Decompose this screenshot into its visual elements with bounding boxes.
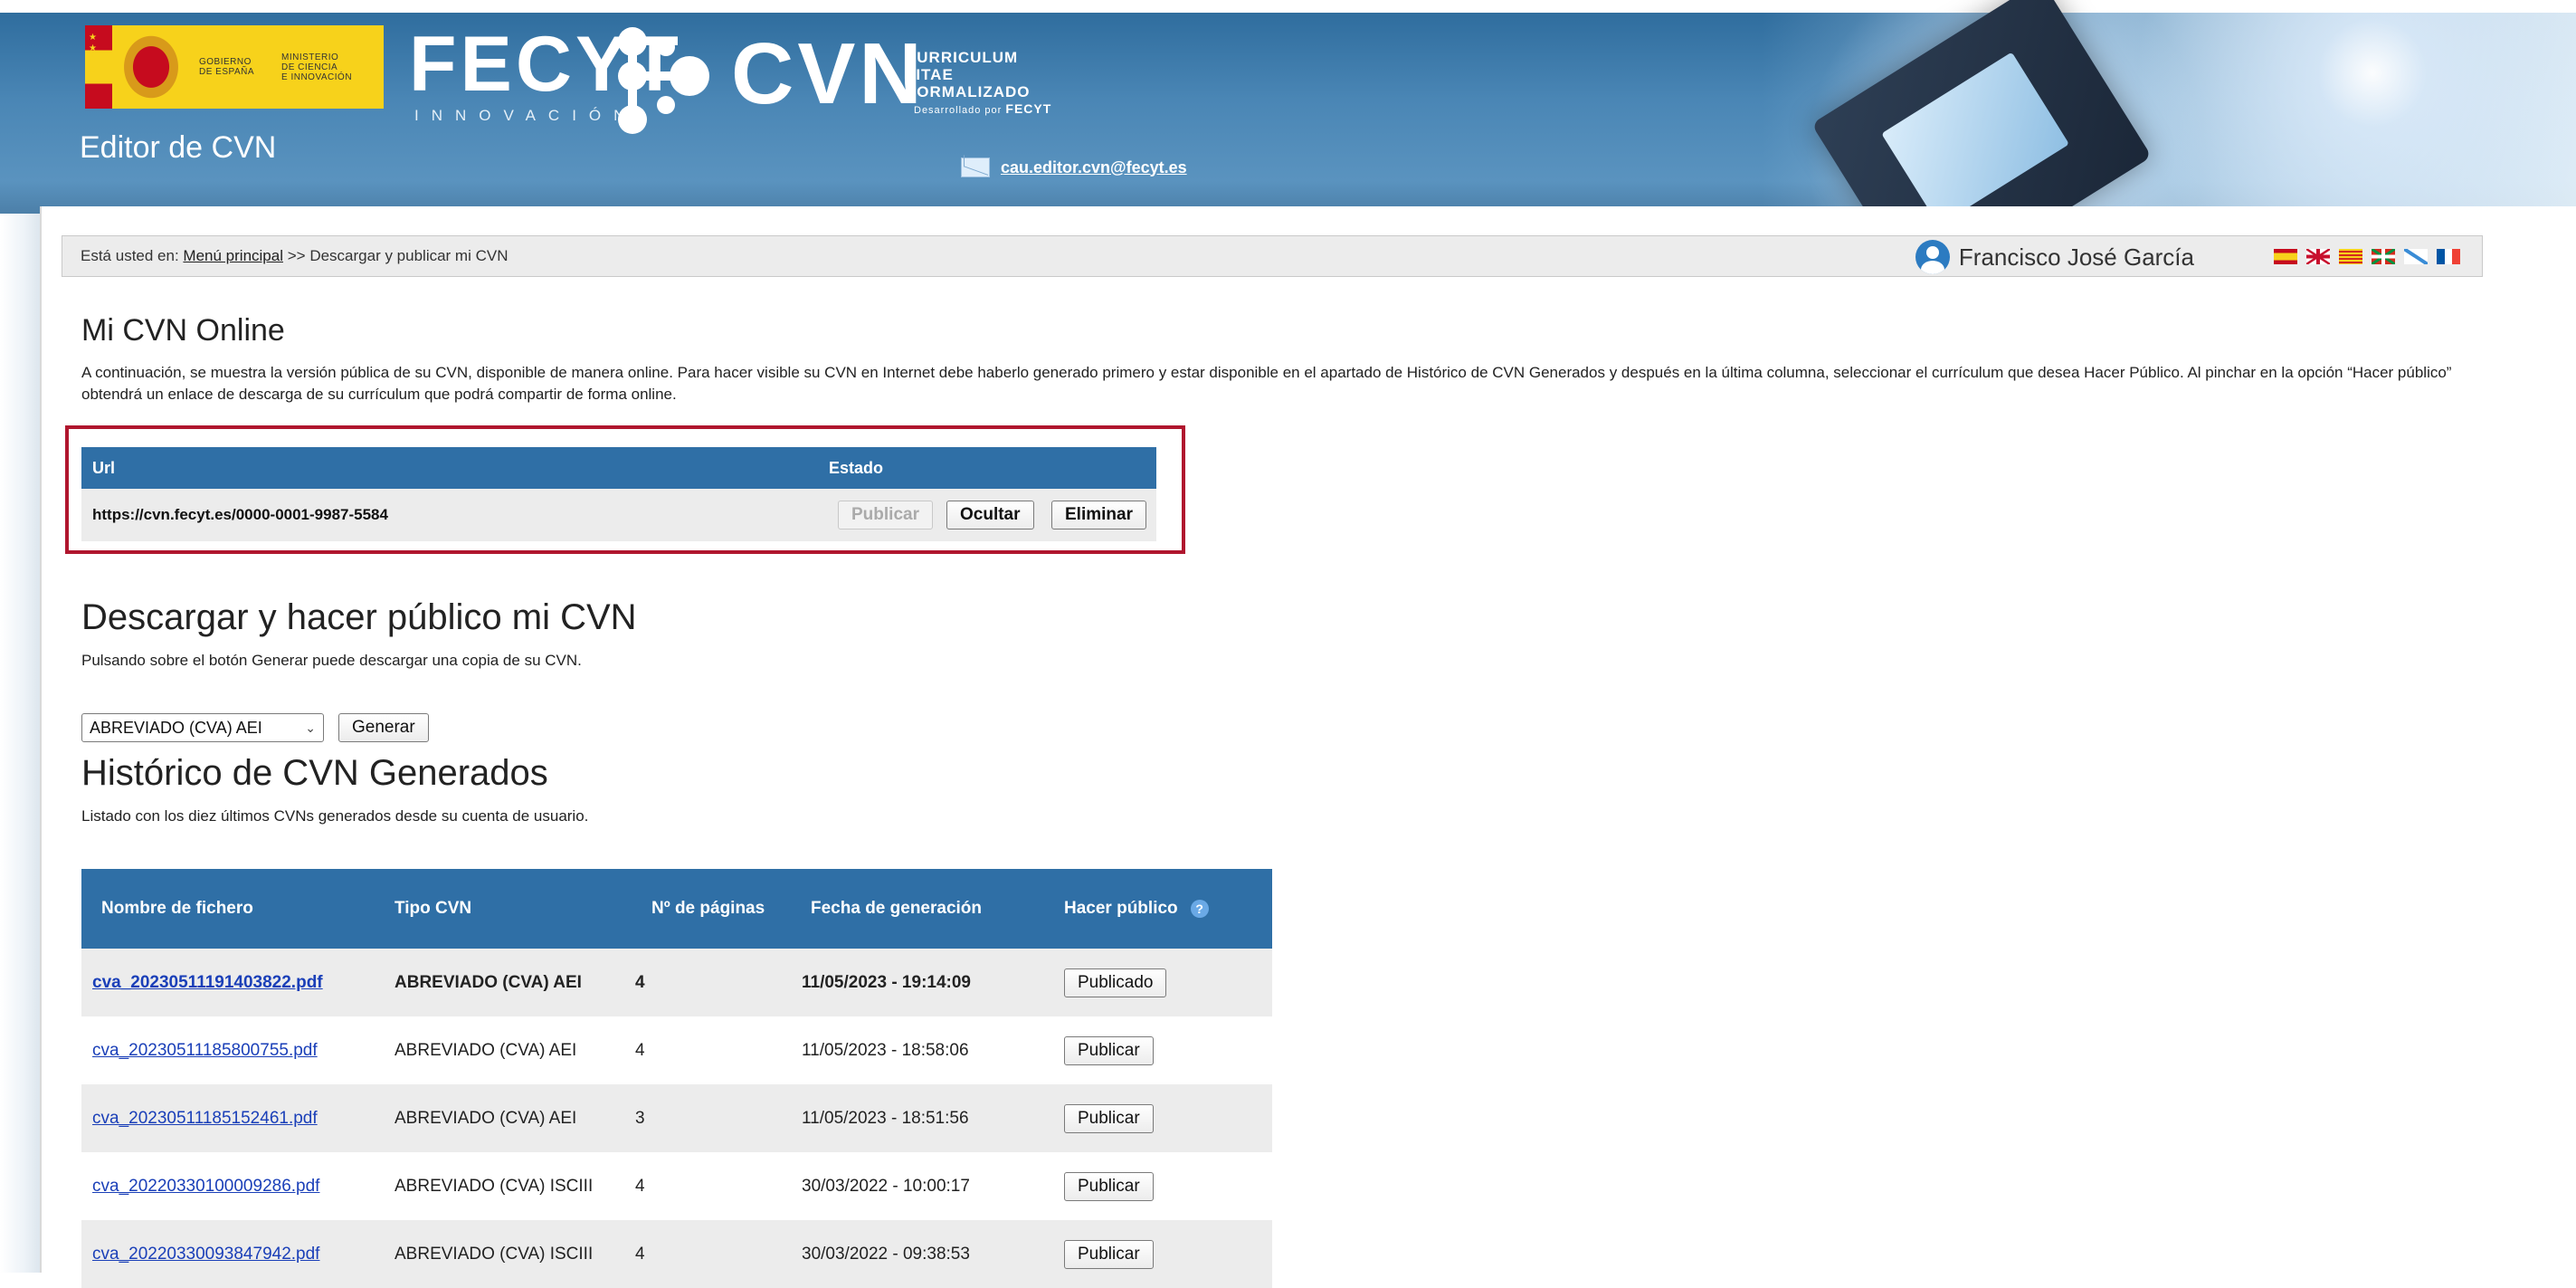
publish-row-button[interactable]: Publicar (1064, 1239, 1154, 1269)
breadcrumb: Está usted en: Menú principal >> Descarg… (62, 235, 2483, 277)
file-link[interactable]: cva_20230511185800755.pdf (92, 1041, 318, 1061)
breadcrumb-current: Descargar y publicar mi CVN (309, 247, 509, 264)
generate-button[interactable]: Generar (338, 713, 429, 742)
generation-date: 30/03/2022 - 10:00:17 (802, 1176, 970, 1196)
flag-ca-icon[interactable] (2339, 249, 2362, 264)
support-email[interactable]: cau.editor.cvn@fecyt.es (961, 157, 1187, 177)
table-row: cva_20230511185800755.pdf ABREVIADO (CVA… (81, 1016, 1272, 1084)
molecule-icon (618, 27, 709, 134)
eu-flag-icon: ★ ★ ★ ★ (85, 25, 112, 109)
url-table-row: https://cvn.fecyt.es/0000-0001-9987-5584… (81, 489, 1156, 541)
delete-button[interactable]: Eliminar (1051, 501, 1146, 530)
history-table: Nombre de fichero Tipo CVN Nº de páginas… (81, 869, 1272, 1288)
online-description: A continuación, se muestra la versión pú… (81, 364, 2452, 403)
page-count: 4 (635, 1176, 645, 1196)
ministry-text: MINISTERIO DE CIENCIA E INNOVACIÓN (281, 52, 353, 82)
public-url: https://cvn.fecyt.es/0000-0001-9987-5584 (92, 506, 388, 523)
user-avatar-icon (1915, 240, 1950, 274)
url-table-header: Url Estado (81, 447, 1156, 489)
breadcrumb-text: Está usted en: Menú principal >> Descarg… (81, 247, 509, 264)
help-icon[interactable]: ? (1190, 900, 1209, 918)
page-count: 3 (635, 1108, 645, 1128)
user-menu[interactable]: Francisco José García (1915, 236, 2194, 278)
cvn-type: ABREVIADO (CVA) ISCIII (394, 1244, 594, 1264)
app-title: Editor de CVN (80, 130, 277, 165)
table-row: cva_20230511191403822.pdf ABREVIADO (CVA… (81, 949, 1272, 1016)
file-link[interactable]: cva_20220330093847942.pdf (92, 1245, 319, 1264)
generation-date: 11/05/2023 - 18:58:06 (802, 1040, 969, 1060)
flag-fr-icon[interactable] (2437, 249, 2460, 264)
publish-row-button[interactable]: Publicar (1064, 1171, 1154, 1201)
user-name[interactable]: Francisco José García (1959, 243, 2194, 272)
generation-date: 11/05/2023 - 19:14:09 (802, 972, 971, 992)
flag-es-icon[interactable] (2274, 249, 2297, 264)
history-table-header: Nombre de fichero Tipo CVN Nº de páginas… (81, 869, 1272, 949)
chevron-down-icon: ⌄ (305, 720, 316, 735)
language-selector (2274, 249, 2460, 264)
breadcrumb-home-link[interactable]: Menú principal (183, 247, 283, 264)
table-row: cva_20220330100009286.pdf ABREVIADO (CVA… (81, 1152, 1272, 1220)
col-make-public: Hacer público ? (1064, 869, 1209, 949)
cvn-type: ABREVIADO (CVA) ISCIII (394, 1176, 594, 1196)
file-link[interactable]: cva_20230511191403822.pdf (92, 973, 323, 993)
cvn-type: ABREVIADO (CVA) AEI (394, 972, 582, 992)
cvn-format-selected: ABREVIADO (CVA) AEI (90, 719, 262, 737)
coat-of-arms-icon (119, 31, 183, 103)
download-section-title: Descargar y hacer público mi CVN (81, 597, 637, 637)
file-link[interactable]: cva_20220330100009286.pdf (92, 1177, 319, 1197)
published-button[interactable]: Publicado (1064, 968, 1167, 997)
col-file-name: Nombre de fichero (101, 899, 253, 918)
history-description: Listado con los diez últimos CVNs genera… (81, 807, 589, 825)
publish-row-button[interactable]: Publicar (1064, 1103, 1154, 1133)
col-pages: Nº de páginas (651, 899, 765, 918)
support-email-link[interactable]: cau.editor.cvn@fecyt.es (1001, 158, 1187, 177)
history-section-title: Histórico de CVN Generados (81, 753, 548, 793)
page-count: 4 (635, 1244, 645, 1264)
col-generation-date: Fecha de generación (811, 899, 983, 918)
generation-date: 30/03/2022 - 09:38:53 (802, 1244, 970, 1264)
government-logo: ★ ★ ★ ★ GOBIERNO DE ESPAÑA MINISTERIO DE CI… (85, 25, 384, 109)
cvn-type: ABREVIADO (CVA) AEI (394, 1040, 577, 1060)
col-cvn-type: Tipo CVN (394, 899, 472, 918)
online-url-table: Url Estado https://cvn.fecyt.es/0000-000… (81, 447, 1156, 541)
publish-button[interactable]: Publicar (838, 501, 933, 530)
publish-row-button[interactable]: Publicar (1064, 1035, 1154, 1065)
file-link[interactable]: cva_20230511185152461.pdf (92, 1109, 318, 1129)
page-left-shadow (0, 214, 40, 1273)
cvn-subtitle: CURRICULUM VITAE NORMALIZADO Desarrollad… (905, 49, 1052, 116)
hide-button[interactable]: Ocultar (946, 501, 1034, 530)
cvn-type: ABREVIADO (CVA) AEI (394, 1108, 577, 1128)
site-header: ★ ★ ★ ★ GOBIERNO DE ESPAÑA MINISTERIO DE CI… (0, 0, 2576, 214)
table-row: cva_20220330093847942.pdf ABREVIADO (CVA… (81, 1220, 1272, 1288)
flag-en-icon[interactable] (2306, 249, 2330, 264)
page-count: 4 (635, 1040, 645, 1060)
flag-eu-icon[interactable] (2372, 249, 2395, 264)
government-text: GOBIERNO DE ESPAÑA (199, 57, 254, 77)
page-count: 4 (635, 972, 645, 992)
generation-date: 11/05/2023 - 18:51:56 (802, 1108, 969, 1128)
col-url: Url (92, 458, 116, 477)
cvn-logo: CVN (731, 25, 926, 122)
mail-icon (961, 157, 990, 177)
col-status: Estado (829, 458, 884, 477)
table-row: cva_20230511185152461.pdf ABREVIADO (CVA… (81, 1084, 1272, 1152)
cvn-format-select[interactable]: ABREVIADO (CVA) AEI ⌄ (81, 713, 324, 742)
download-description: Pulsando sobre el botón Generar puede de… (81, 652, 582, 669)
online-section-title: Mi CVN Online (81, 313, 285, 348)
flag-gl-icon[interactable] (2404, 249, 2428, 264)
